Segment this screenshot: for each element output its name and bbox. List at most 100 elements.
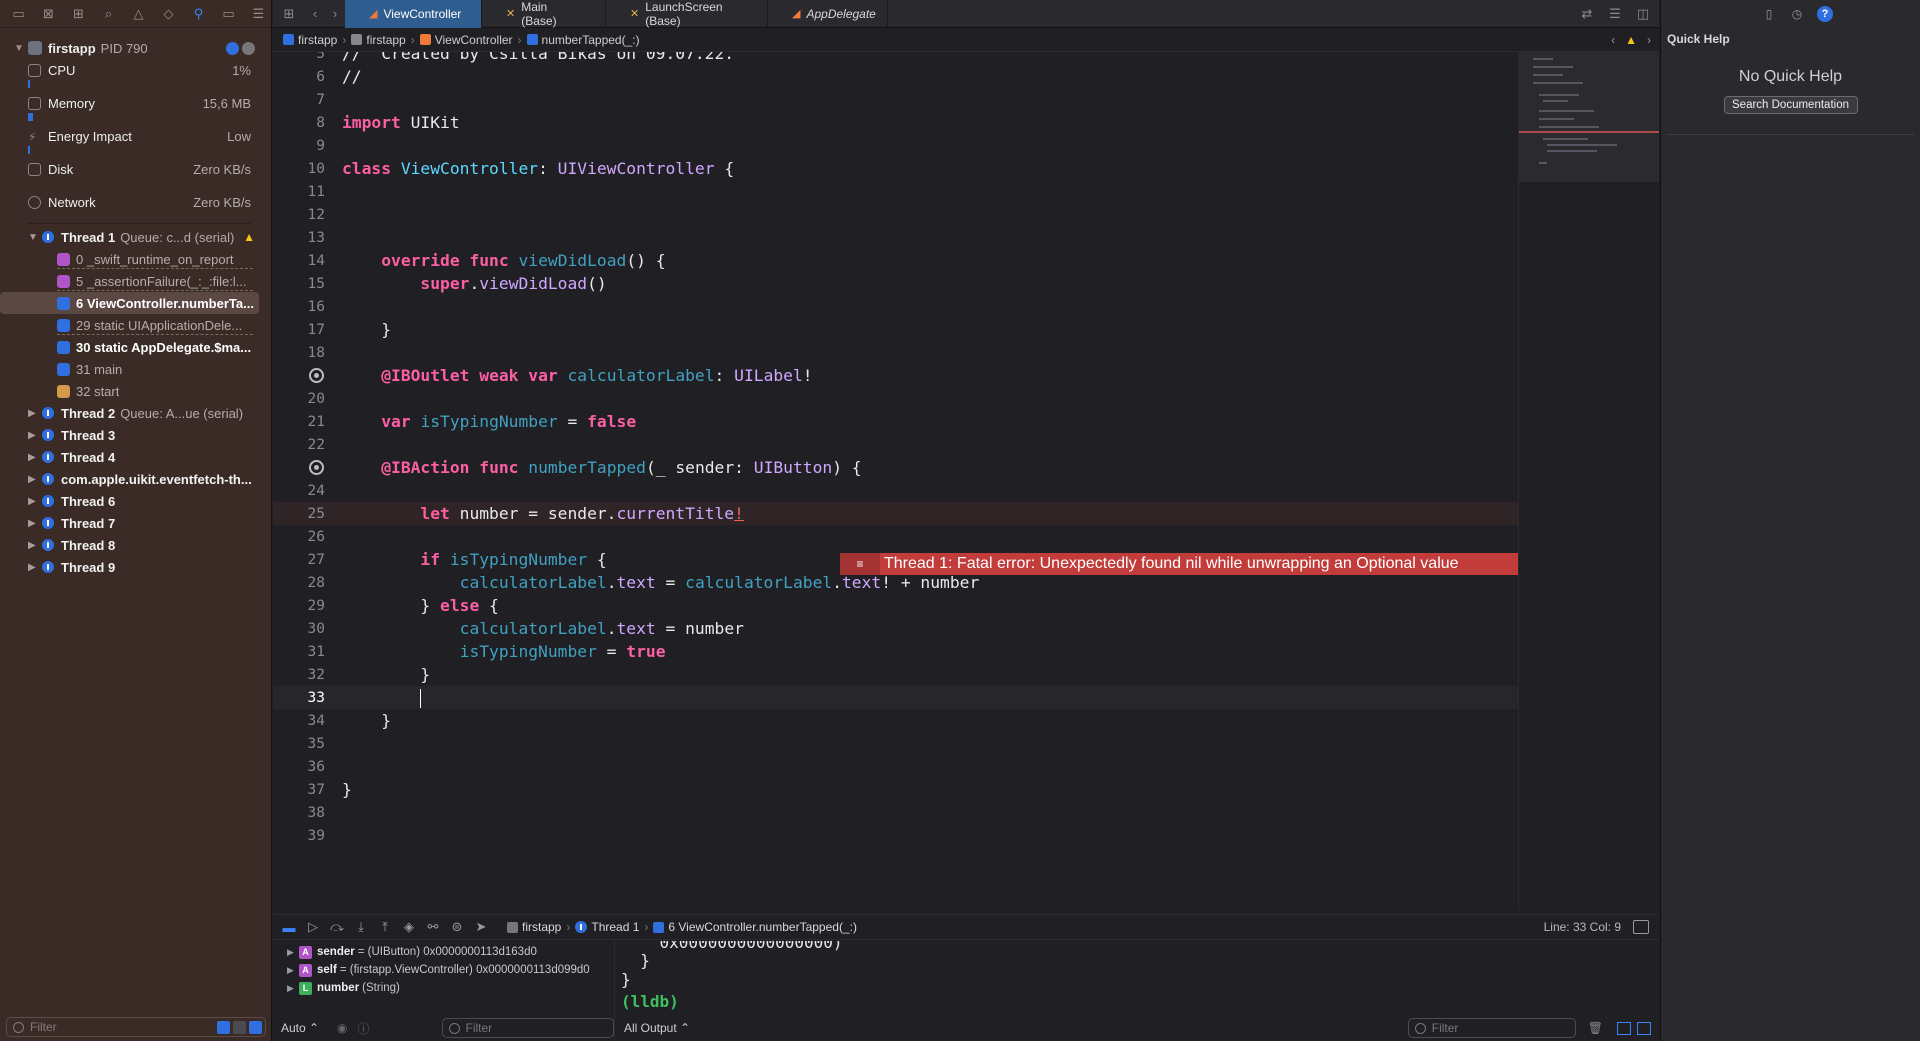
gauge-network[interactable]: Network Zero KB/s: [0, 190, 271, 223]
chevron-right-icon[interactable]: ▶: [28, 562, 42, 573]
thread-row[interactable]: ▶ Thread 9: [0, 556, 271, 578]
console-filter[interactable]: Filter: [1407, 1018, 1576, 1038]
chevron-right-icon[interactable]: ▶: [28, 430, 42, 441]
editor-options-icon[interactable]: ☰: [1605, 0, 1625, 28]
file-inspector-icon[interactable]: ▯: [1761, 6, 1777, 22]
tab-launchscreen[interactable]: ✕ LaunchScreen (Base): [606, 0, 768, 28]
memory-graph-icon[interactable]: ⚯: [421, 919, 445, 935]
debug-breadcrumb-item[interactable]: Thread 1: [591, 920, 639, 934]
search-icon[interactable]: ⌕: [98, 4, 119, 24]
thread-row[interactable]: ▶ Thread 6: [0, 490, 271, 512]
jump-item[interactable]: firstapp: [366, 33, 405, 47]
stack-frame[interactable]: 32 start: [0, 380, 271, 402]
chevron-right-icon[interactable]: ▶: [287, 947, 299, 958]
variables-filter[interactable]: Filter: [441, 1018, 614, 1038]
chevron-right-icon[interactable]: ▶: [28, 408, 42, 419]
error-annotation[interactable]: ≡ Thread 1: Fatal error: Unexpectedly fo…: [840, 553, 1518, 575]
tab-appdelegate[interactable]: ◢ AppDelegate: [768, 0, 888, 28]
gauge-energy[interactable]: ⚡ Energy Impact Low: [0, 124, 271, 157]
report-icon[interactable]: ☰: [248, 4, 269, 24]
variable-row[interactable]: ▶ A sender = (UIButton) 0x0000000113d163…: [273, 943, 614, 961]
tab-viewcontroller[interactable]: ◢ ViewController: [345, 0, 482, 28]
environment-overrides-icon[interactable]: ⊜: [445, 919, 469, 935]
issue-icon[interactable]: △: [128, 4, 149, 24]
stack-frame[interactable]: 29 static UIApplicationDele...: [0, 314, 271, 336]
grid-icon[interactable]: ⊞: [273, 0, 305, 28]
navigator-filter[interactable]: Filter: [6, 1017, 266, 1037]
search-documentation-button[interactable]: Search Documentation: [1723, 96, 1858, 114]
tab-main[interactable]: ✕ Main (Base): [482, 0, 606, 28]
stack-frame[interactable]: 5 _assertionFailure(_:_:file:l...: [0, 270, 271, 292]
variable-row[interactable]: ▶ L number (String): [273, 979, 614, 997]
trash-icon[interactable]: 🗑: [1588, 1021, 1603, 1035]
variable-row[interactable]: ▶ A self = (firstapp.ViewController) 0x0…: [273, 961, 614, 979]
jump-item[interactable]: ViewController: [435, 33, 513, 47]
chevron-right-icon[interactable]: ▶: [287, 983, 299, 994]
gauge-cpu[interactable]: CPU 1%: [0, 58, 271, 91]
split-right-icon[interactable]: [1637, 1021, 1651, 1035]
test-icon[interactable]: ◇: [158, 4, 179, 24]
output-select[interactable]: All Output ⌃: [624, 1021, 690, 1035]
filter-toggle-icon[interactable]: [217, 1020, 230, 1034]
hide-debug-area-icon[interactable]: ▬: [277, 920, 301, 935]
folder-icon[interactable]: ▭: [8, 4, 29, 24]
chevron-right-icon[interactable]: ▶: [28, 540, 42, 551]
thread-row[interactable]: ▶ Thread 3: [0, 424, 271, 446]
filter-toggle-icon[interactable]: [249, 1020, 262, 1034]
thread-row[interactable]: ▶ Thread 2 Queue: A...ue (serial): [0, 402, 271, 424]
filter-toggle-icon[interactable]: [233, 1020, 246, 1034]
forward-icon[interactable]: ›: [325, 0, 345, 28]
step-into-icon[interactable]: ⤓: [349, 919, 373, 935]
options-icon[interactable]: [242, 41, 255, 55]
thread-row[interactable]: ▶ com.apple.uikit.eventfetch-th...: [0, 468, 271, 490]
info-icon[interactable]: ⓘ: [357, 1020, 369, 1037]
process-row[interactable]: ▼ firstapp PID 790: [0, 38, 271, 58]
thread-row[interactable]: ▼ Thread 1 Queue: c...d (serial) ▲: [0, 226, 271, 248]
toggle-console-icon[interactable]: [1633, 920, 1649, 934]
chevron-right-icon[interactable]: ▶: [287, 965, 299, 976]
gauge-disk[interactable]: Disk Zero KB/s: [0, 157, 271, 190]
previous-issue-icon[interactable]: ‹: [1611, 33, 1615, 47]
step-out-icon[interactable]: ⤒: [373, 919, 397, 935]
chevron-down-icon[interactable]: ▼: [14, 43, 28, 54]
split-left-icon[interactable]: [1617, 1021, 1631, 1035]
chevron-right-icon[interactable]: ▶: [28, 518, 42, 529]
jump-item[interactable]: numberTapped(_:): [542, 33, 640, 47]
quick-help-icon[interactable]: ?: [1817, 6, 1833, 22]
source-control-icon[interactable]: ⊠: [38, 4, 59, 24]
thread-row[interactable]: ▶ Thread 4: [0, 446, 271, 468]
chevron-right-icon[interactable]: ▶: [28, 474, 42, 485]
breakpoint-icon[interactable]: ▭: [218, 4, 239, 24]
simulate-location-icon[interactable]: ➤: [469, 919, 493, 935]
view-hierarchy-icon[interactable]: ◈: [397, 919, 421, 935]
symbol-icon[interactable]: ⊞: [68, 4, 89, 24]
gauge-memory[interactable]: Memory 15,6 MB: [0, 91, 271, 124]
swap-icon[interactable]: ⇄: [1577, 0, 1597, 28]
back-icon[interactable]: ‹: [305, 0, 325, 28]
debug-breadcrumb-item[interactable]: 6 ViewController.numberTapped(_:): [668, 920, 857, 934]
debug-breadcrumb-item[interactable]: firstapp: [522, 920, 561, 934]
chevron-right-icon[interactable]: ▶: [28, 452, 42, 463]
history-icon[interactable]: ◷: [1789, 6, 1805, 22]
debug-navigator-icon[interactable]: ⚲: [188, 4, 209, 24]
warning-icon[interactable]: ▲: [1625, 33, 1637, 47]
source-editor[interactable]: 5 // Created by Csilla Bíkás on 09.07.22.…: [273, 52, 1518, 910]
thread-row[interactable]: ▶ Thread 7: [0, 512, 271, 534]
continue-icon[interactable]: ▷: [301, 919, 325, 935]
next-issue-icon[interactable]: ›: [1647, 33, 1651, 47]
stack-frame[interactable]: 0 _swift_runtime_on_report: [0, 248, 271, 270]
stack-frame[interactable]: 30 static AppDelegate.$ma...: [0, 336, 271, 358]
stack-frame-selected[interactable]: 6 ViewController.numberTa...: [0, 292, 259, 314]
split-editor-icon[interactable]: ◫: [1633, 0, 1653, 28]
stack-frame[interactable]: 31 main: [0, 358, 271, 380]
variables-mode-select[interactable]: Auto ⌃: [281, 1021, 327, 1035]
chevron-right-icon[interactable]: ▶: [28, 496, 42, 507]
action-connection-icon[interactable]: [309, 460, 324, 475]
step-over-icon[interactable]: ⤼: [325, 919, 349, 935]
outlet-connection-icon[interactable]: [309, 368, 324, 383]
chevron-down-icon[interactable]: ▼: [28, 232, 42, 243]
minimap[interactable]: [1518, 52, 1659, 910]
jump-item[interactable]: firstapp: [298, 33, 337, 47]
eye-icon[interactable]: ◉: [337, 1021, 347, 1035]
thread-row[interactable]: ▶ Thread 8: [0, 534, 271, 556]
